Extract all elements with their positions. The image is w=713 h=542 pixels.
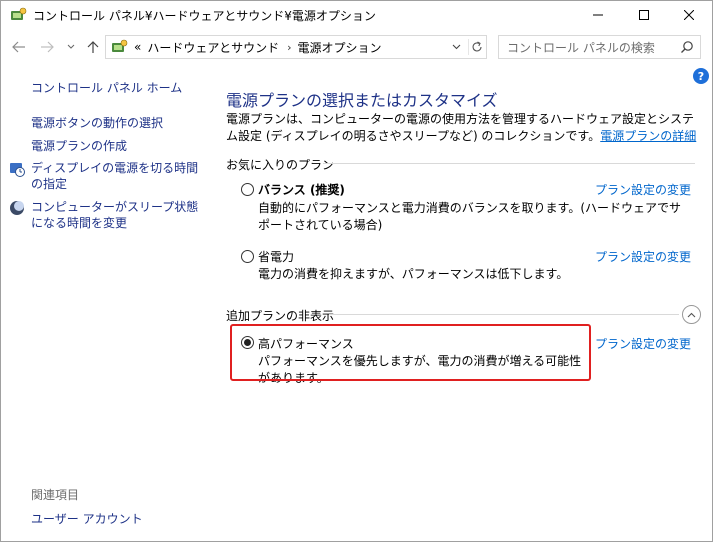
up-button[interactable] [83,37,103,57]
arrow-right-icon [41,41,54,53]
hidden-plans-divider [329,314,679,315]
arrow-left-icon [12,41,25,53]
recent-locations-button[interactable] [61,37,81,57]
moon-icon [10,201,24,215]
clock-icon [10,163,25,177]
maximize-icon [639,10,649,20]
related-heading: 関連項目 [31,488,80,502]
help-button[interactable]: ? [693,68,709,84]
breadcrumb-separator[interactable]: › [287,41,291,54]
power-options-icon [11,7,27,20]
address-history-button[interactable] [448,39,464,55]
minimize-icon [593,14,603,16]
power-saver-plan-description: 電力の消費を抑えますが、パフォーマンスは低下します。 [258,267,569,281]
search-input[interactable]: コントロール パネルの検索 [507,39,655,56]
highlight-annotation [230,324,591,381]
chevron-down-icon [67,44,75,49]
power-saver-radio[interactable] [241,250,254,263]
display-off-timer-link[interactable]: ディスプレイの電源を切る時間の指定 [31,160,201,192]
chevron-down-icon [452,44,460,50]
balanced-plan-name[interactable]: バランス (推奨) [258,181,345,198]
close-button[interactable] [666,1,712,29]
favorites-heading: お気に入りのプラン [226,158,335,172]
collapse-hidden-plans-button[interactable] [682,305,701,324]
arrow-up-icon [87,41,99,53]
close-icon [684,10,694,20]
maximize-button[interactable] [621,1,667,29]
favorites-divider [323,163,695,164]
power-options-icon [112,39,128,52]
power-options-window: コントロール パネル¥ハードウェアとサウンド¥電源オプション « ハードウェアと… [0,0,713,542]
user-accounts-link[interactable]: ユーザー アカウント [31,510,143,527]
create-power-plan-link[interactable]: 電源プランの作成 [31,138,127,154]
back-button[interactable] [9,37,29,57]
search-box[interactable]: コントロール パネルの検索 [498,35,701,59]
address-overflow[interactable]: « [134,40,141,54]
refresh-button[interactable] [468,39,484,55]
chevron-up-icon [687,312,696,317]
sleep-timer-link[interactable]: コンピューターがスリープ状態になる時間を変更 [31,199,201,231]
search-icon[interactable] [680,40,694,54]
window-title: コントロール パネル¥ハードウェアとサウンド¥電源オプション [33,9,376,23]
address-bar[interactable]: « ハードウェアとサウンド › 電源オプション [105,35,487,59]
breadcrumb-hardware-sound[interactable]: ハードウェアとサウンド [147,39,279,56]
power-saver-plan-name[interactable]: 省電力 [258,248,294,265]
balanced-radio[interactable] [241,183,254,196]
power-button-behavior-link[interactable]: 電源ボタンの動作の選択 [31,115,163,131]
page-title: 電源プランの選択またはカスタマイズ [226,91,498,110]
navigation-bar: « ハードウェアとサウンド › 電源オプション コントロール パネルの検索 [1,34,712,60]
balanced-plan-description: 自動的にパフォーマンスと電力消費のバランスを取ります。(ハードウェアでサポートさ… [258,201,682,232]
breadcrumb-power-options[interactable]: 電源オプション [298,39,382,56]
power-plan-details-link[interactable]: 電源プランの詳細 [600,129,696,143]
forward-button[interactable] [37,37,57,57]
high-performance-change-settings-link[interactable]: プラン設定の変更 [595,335,691,352]
help-icon: ? [697,69,705,83]
title-bar: コントロール パネル¥ハードウェアとサウンド¥電源オプション [1,1,712,29]
power-saver-change-settings-link[interactable]: プラン設定の変更 [595,248,691,265]
minimize-button[interactable] [575,1,621,29]
control-panel-home-link[interactable]: コントロール パネル ホーム [31,80,182,96]
balanced-change-settings-link[interactable]: プラン設定の変更 [595,181,691,198]
refresh-icon [471,41,482,52]
page-description: 電源プランは、コンピューターの電源の使用方法を管理するハードウェア設定とシステム… [226,111,704,145]
hidden-plans-heading: 追加プランの非表示 [226,309,335,323]
